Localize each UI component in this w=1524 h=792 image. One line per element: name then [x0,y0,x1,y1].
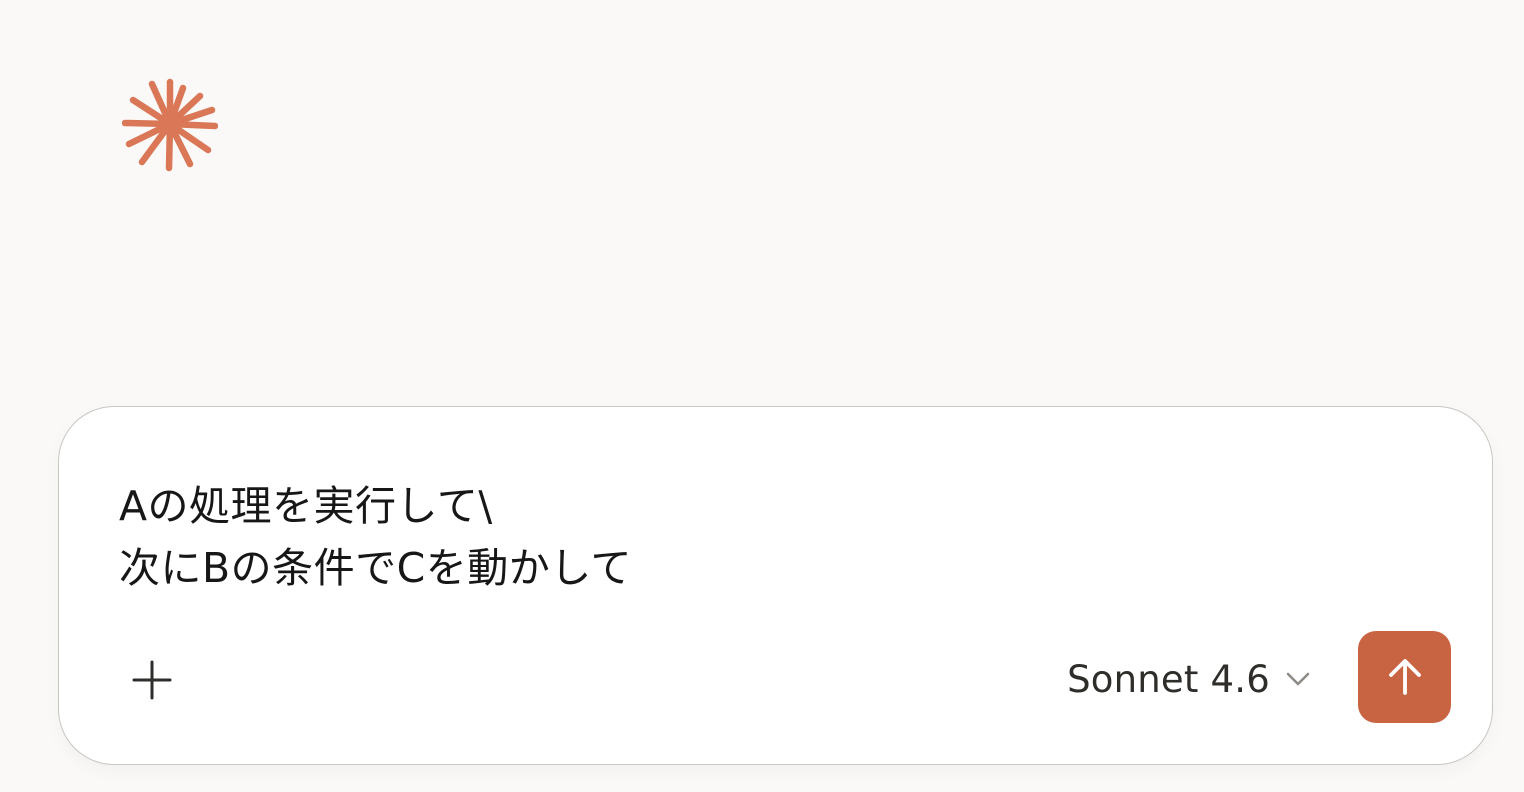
add-attachment-button[interactable] [127,655,177,705]
send-button[interactable] [1358,631,1451,723]
chevron-down-icon [1284,665,1312,693]
arrow-up-icon [1388,659,1421,695]
message-input[interactable]: Aの処理を実行して\ 次にBの条件でCを動かして [119,475,1419,599]
model-selector-label: Sonnet 4.6 [1067,657,1270,701]
plus-icon [132,660,172,700]
model-selector[interactable]: Sonnet 4.6 [1067,652,1312,706]
claude-starburst-icon [122,78,218,172]
message-composer: Aの処理を実行して\ 次にBの条件でCを動かして Sonnet 4.6 [58,406,1493,765]
